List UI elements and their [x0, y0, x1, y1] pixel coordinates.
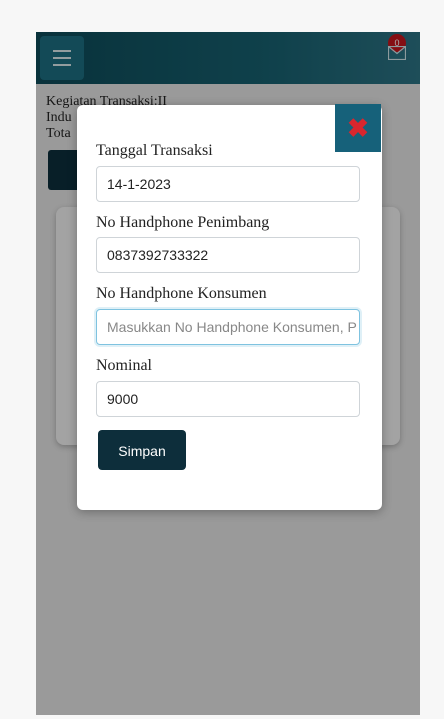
- field-label-date: Tanggal Transaksi: [96, 142, 213, 159]
- close-button[interactable]: ✖: [335, 104, 381, 152]
- consumer-phone-field[interactable]: Masukkan No Handphone Konsumen, P: [96, 309, 360, 345]
- field-label-weigher-phone: No Handphone Penimbang: [96, 214, 270, 231]
- weigher-phone-field[interactable]: 0837392733322: [96, 237, 360, 273]
- date-field[interactable]: 14-1-2023: [96, 166, 360, 202]
- field-label-consumer-phone: No Handphone Konsumen: [96, 285, 267, 302]
- close-icon: ✖: [347, 112, 369, 143]
- field-label-nominal: Nominal: [96, 357, 152, 374]
- save-button[interactable]: Simpan: [98, 430, 186, 470]
- nominal-field[interactable]: 9000: [96, 381, 360, 417]
